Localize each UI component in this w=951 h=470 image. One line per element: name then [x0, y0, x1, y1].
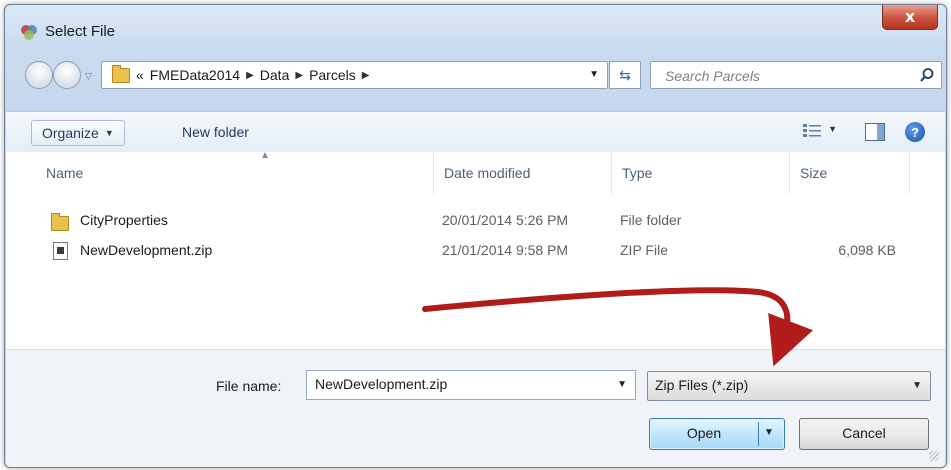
- chevron-down-icon: ▼: [104, 128, 114, 138]
- file-type: File folder: [620, 212, 682, 228]
- breadcrumb-separator-icon[interactable]: ▶: [246, 70, 254, 81]
- dialog-footer: File name: ▼ Zip Files (*.zip) ▼ Open ▼ …: [6, 349, 945, 467]
- file-date: 20/01/2014 5:26 PM: [442, 212, 569, 228]
- open-label: Open: [686, 425, 722, 441]
- search-icon[interactable]: [919, 67, 935, 83]
- file-row-cityproperties[interactable]: CityProperties 20/01/2014 5:26 PM File f…: [6, 208, 945, 234]
- organize-button[interactable]: Organize ▼: [31, 120, 125, 146]
- file-name-input[interactable]: [313, 375, 597, 393]
- breadcrumb-data[interactable]: Data: [260, 67, 290, 83]
- breadcrumb-fmedata2014[interactable]: FMEData2014: [150, 67, 240, 83]
- file-size: 6,098 KB: [838, 242, 896, 258]
- breadcrumb-separator-icon[interactable]: ▶: [295, 70, 303, 81]
- open-options-dropdown-icon[interactable]: ▼: [764, 427, 774, 438]
- column-size-label: Size: [800, 165, 828, 181]
- file-name: CityProperties: [80, 212, 168, 228]
- refresh-icon: ⇆: [619, 66, 631, 83]
- zip-file-icon: [53, 242, 68, 260]
- search-box[interactable]: [650, 61, 942, 89]
- help-icon[interactable]: ?: [905, 122, 925, 142]
- folder-icon: [51, 213, 69, 231]
- file-name-combobox[interactable]: ▼: [306, 370, 636, 400]
- search-input[interactable]: [663, 65, 907, 87]
- organize-label: Organize: [42, 125, 99, 141]
- back-button[interactable]: [25, 61, 53, 89]
- split-divider: [758, 422, 759, 446]
- file-type-select[interactable]: Zip Files (*.zip) ▼: [647, 371, 931, 401]
- column-header-name[interactable]: ▲ Name: [36, 150, 434, 194]
- file-name-label: File name:: [216, 378, 282, 394]
- refresh-button[interactable]: ⇆: [609, 61, 641, 89]
- address-dropdown-icon[interactable]: ▼: [589, 69, 599, 80]
- new-folder-button[interactable]: New folder: [182, 120, 249, 144]
- column-header-size[interactable]: Size: [790, 152, 910, 194]
- column-name-label: Name: [46, 165, 84, 181]
- sort-ascending-icon: ▲: [260, 150, 270, 161]
- breadcrumb-parcels[interactable]: Parcels: [309, 67, 356, 83]
- address-bar[interactable]: « FMEData2014 ▶ Data ▶ Parcels ▶ ▼: [101, 61, 608, 89]
- close-button[interactable]: x: [882, 5, 938, 30]
- title-bar: Select File x: [5, 5, 946, 55]
- change-view-icon[interactable]: [803, 124, 823, 138]
- file-type-value: Zip Files (*.zip): [655, 377, 749, 393]
- breadcrumb-overflow[interactable]: «: [136, 67, 144, 83]
- file-date: 21/01/2014 9:58 PM: [442, 242, 569, 258]
- forward-button[interactable]: [53, 61, 81, 89]
- fme-app-icon: [21, 25, 37, 40]
- column-type-label: Type: [622, 165, 653, 181]
- resize-grip-icon[interactable]: [929, 451, 939, 461]
- recent-pages-dropdown-icon[interactable]: ▽: [85, 71, 92, 82]
- cancel-button[interactable]: Cancel: [799, 418, 929, 450]
- column-header-type[interactable]: Type: [612, 152, 790, 194]
- file-type: ZIP File: [620, 242, 668, 258]
- select-file-dialog: Select File x ▽ « FMEData2014 ▶ Data ▶ P…: [4, 4, 947, 468]
- new-folder-label: New folder: [182, 124, 249, 140]
- file-row-newdevelopment-zip[interactable]: NewDevelopment.zip 21/01/2014 9:58 PM ZI…: [6, 238, 945, 264]
- chevron-down-icon[interactable]: ▼: [617, 379, 627, 390]
- column-date-label: Date modified: [444, 165, 531, 181]
- column-header-date[interactable]: Date modified: [434, 152, 612, 194]
- preview-pane-icon[interactable]: [865, 123, 885, 141]
- navigation-row: ▽ « FMEData2014 ▶ Data ▶ Parcels ▶ ▼ ⇆: [5, 57, 946, 97]
- chevron-down-icon: ▼: [912, 380, 922, 391]
- view-options-dropdown-icon[interactable]: ▼: [828, 124, 837, 134]
- file-name: NewDevelopment.zip: [80, 242, 213, 258]
- file-list: ▲ Name Date modified Type Size CityPrope…: [6, 150, 945, 349]
- breadcrumb-separator-icon[interactable]: ▶: [362, 70, 370, 81]
- folder-icon: [112, 64, 130, 83]
- window-title: Select File: [45, 23, 116, 40]
- command-toolbar: Organize ▼ New folder ▼ ?: [6, 111, 945, 153]
- close-icon: x: [904, 7, 916, 26]
- cancel-label: Cancel: [842, 425, 886, 441]
- open-button[interactable]: Open ▼: [649, 418, 785, 450]
